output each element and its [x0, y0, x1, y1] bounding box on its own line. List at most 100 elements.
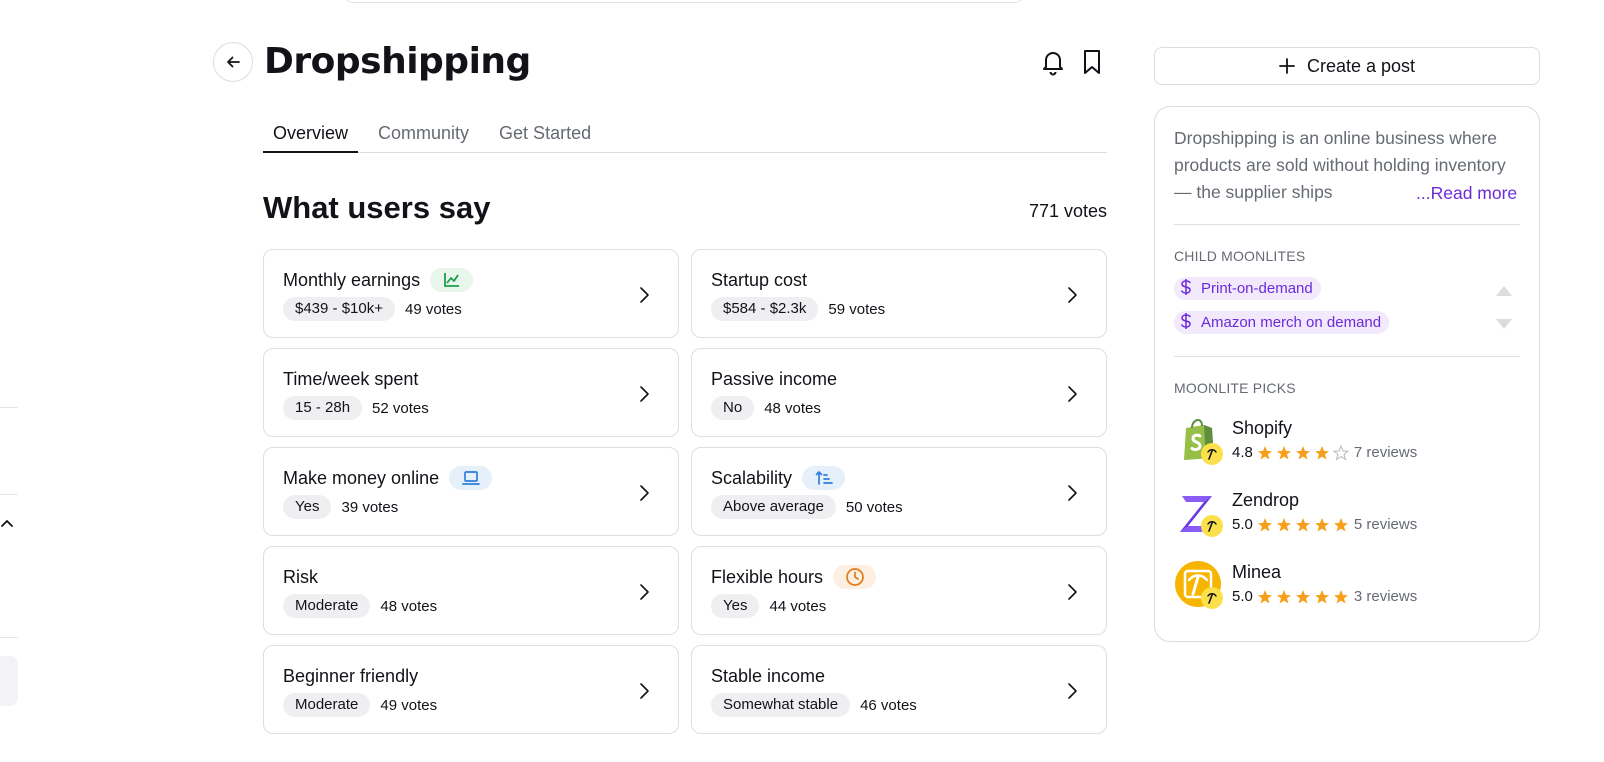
value-chip: $584 - $2.3k — [711, 297, 819, 321]
star-rating — [1257, 589, 1352, 605]
pick-name: Zendrop — [1232, 490, 1300, 510]
dollar-icon — [1180, 278, 1192, 300]
star-filled-icon — [1276, 517, 1291, 531]
child-moonlite-amazon-merch[interactable]: Amazon merch on demand — [1174, 311, 1390, 334]
value-chip: Yes — [283, 495, 332, 519]
triangle-up-icon[interactable] — [1494, 284, 1514, 298]
card-votes: 39 votes — [341, 498, 399, 516]
card-title: Passive income — [711, 368, 838, 389]
card-title: Stable income — [711, 665, 826, 686]
card-votes: 50 votes — [845, 498, 903, 516]
star-filled-icon — [1314, 589, 1329, 603]
value-chip: Somewhat stable — [711, 693, 851, 717]
star-filled-icon — [1295, 445, 1310, 459]
child-moonlite-print-on-demand[interactable]: Print-on-demand — [1174, 277, 1321, 300]
section-title: What users say — [263, 190, 491, 225]
metric-card-passive-income[interactable]: Passive income No 48 votes — [691, 348, 1107, 437]
chevron-up-icon[interactable] — [0, 516, 16, 532]
metric-card-risk[interactable]: Risk Moderate 48 votes — [263, 546, 679, 635]
bell-icon — [1043, 52, 1063, 76]
triangle-down-icon[interactable] — [1494, 317, 1514, 331]
metric-card-time-week[interactable]: Time/week spent 15 - 28h 52 votes — [263, 348, 679, 437]
chevron-right-icon — [640, 287, 649, 303]
rating-score: 5.0 — [1232, 588, 1253, 605]
metric-card-scalability[interactable]: Scalability Above average 50 votes — [691, 447, 1107, 536]
metric-card-beginner-friendly[interactable]: Beginner friendly Moderate 49 votes — [263, 645, 679, 734]
pickaxe-icon — [1201, 515, 1223, 537]
card-votes: 59 votes — [828, 300, 886, 318]
card-title: Make money online — [283, 467, 440, 488]
notify-button[interactable] — [1038, 47, 1068, 77]
moonlite-picks-label: MOONLITE PICKS — [1174, 380, 1296, 396]
card-title: Risk — [283, 566, 318, 587]
tab-bar: Overview Community Get Started — [263, 116, 1107, 153]
metric-card-stable-income[interactable]: Stable income Somewhat stable 46 votes — [691, 645, 1107, 734]
value-chip: Moderate — [283, 594, 371, 618]
chevron-right-icon — [1068, 485, 1077, 501]
star-rating — [1257, 517, 1352, 533]
value-chip: Moderate — [283, 693, 371, 717]
card-title: Time/week spent — [283, 368, 419, 389]
star-filled-icon — [1314, 445, 1329, 459]
review-count: 5 reviews — [1353, 516, 1418, 533]
rating-score: 5.0 — [1232, 516, 1253, 533]
card-votes: 48 votes — [380, 597, 438, 615]
card-votes: 48 votes — [764, 399, 821, 417]
star-filled-icon — [1257, 589, 1272, 603]
value-chip: 15 - 28h — [283, 396, 363, 420]
top-search-edge — [345, 0, 1023, 3]
chevron-right-icon — [640, 683, 649, 699]
read-more-link[interactable]: ...Read more — [1412, 180, 1518, 207]
star-filled-icon — [1333, 589, 1348, 603]
bookmark-icon — [1084, 50, 1100, 74]
card-title: Scalability — [711, 467, 793, 488]
chevron-right-icon — [640, 386, 649, 402]
chart-line-icon — [430, 268, 474, 292]
total-votes: 771 votes — [1028, 201, 1107, 221]
bookmark-button[interactable] — [1077, 47, 1107, 77]
star-filled-icon — [1314, 517, 1329, 531]
tab-overview[interactable]: Overview — [263, 116, 359, 153]
card-votes: 46 votes — [860, 696, 917, 714]
rail-divider — [0, 407, 18, 408]
star-filled-icon — [1333, 517, 1348, 531]
chevron-right-icon — [640, 584, 649, 600]
chevron-right-icon — [1068, 287, 1077, 303]
rail-divider — [0, 637, 18, 638]
pickaxe-icon — [1201, 587, 1223, 609]
tab-get-started[interactable]: Get Started — [489, 116, 601, 152]
pick-zendrop[interactable]: Zendrop 5.0 5 reviews — [1174, 488, 1514, 538]
metric-card-flexible-hours[interactable]: Flexible hours Yes 44 votes — [691, 546, 1107, 635]
sort-ascending-icon — [802, 466, 846, 490]
star-empty-icon — [1332, 444, 1349, 461]
plus-icon — [1279, 58, 1295, 74]
card-title: Beginner friendly — [283, 665, 419, 686]
page-title: Dropshipping — [264, 41, 531, 82]
pickaxe-icon — [1201, 443, 1223, 465]
child-moonlite-label: Print-on-demand — [1201, 280, 1313, 297]
star-filled-icon — [1276, 589, 1291, 603]
value-chip: Above average — [711, 495, 836, 519]
metric-card-monthly-earnings[interactable]: Monthly earnings $439 - $10k+ 49 votes — [263, 249, 679, 338]
divider — [1174, 356, 1520, 357]
value-chip: No — [711, 396, 755, 420]
star-filled-icon — [1257, 445, 1272, 459]
clock-icon — [833, 565, 877, 589]
card-votes: 49 votes — [405, 300, 462, 318]
laptop-icon — [449, 466, 493, 490]
value-chip: $439 - $10k+ — [283, 297, 395, 321]
star-filled-icon — [1257, 517, 1272, 531]
pick-shopify[interactable]: Shopify 4.8 7 reviews — [1174, 416, 1514, 466]
pick-minea[interactable]: Minea 5.0 3 reviews — [1174, 560, 1514, 610]
metric-card-startup-cost[interactable]: Startup cost $584 - $2.3k 59 votes — [691, 249, 1107, 338]
back-button[interactable] — [213, 42, 253, 82]
tab-community[interactable]: Community — [368, 116, 479, 152]
rail-item[interactable] — [0, 656, 18, 706]
rail-divider — [0, 494, 18, 495]
card-title: Monthly earnings — [283, 269, 421, 290]
create-post-button[interactable]: Create a post — [1154, 47, 1540, 85]
metric-card-make-money-online[interactable]: Make money online Yes 39 votes — [263, 447, 679, 536]
create-post-label: Create a post — [1306, 55, 1416, 76]
card-title: Flexible hours — [711, 566, 824, 587]
dollar-icon — [1180, 312, 1192, 334]
